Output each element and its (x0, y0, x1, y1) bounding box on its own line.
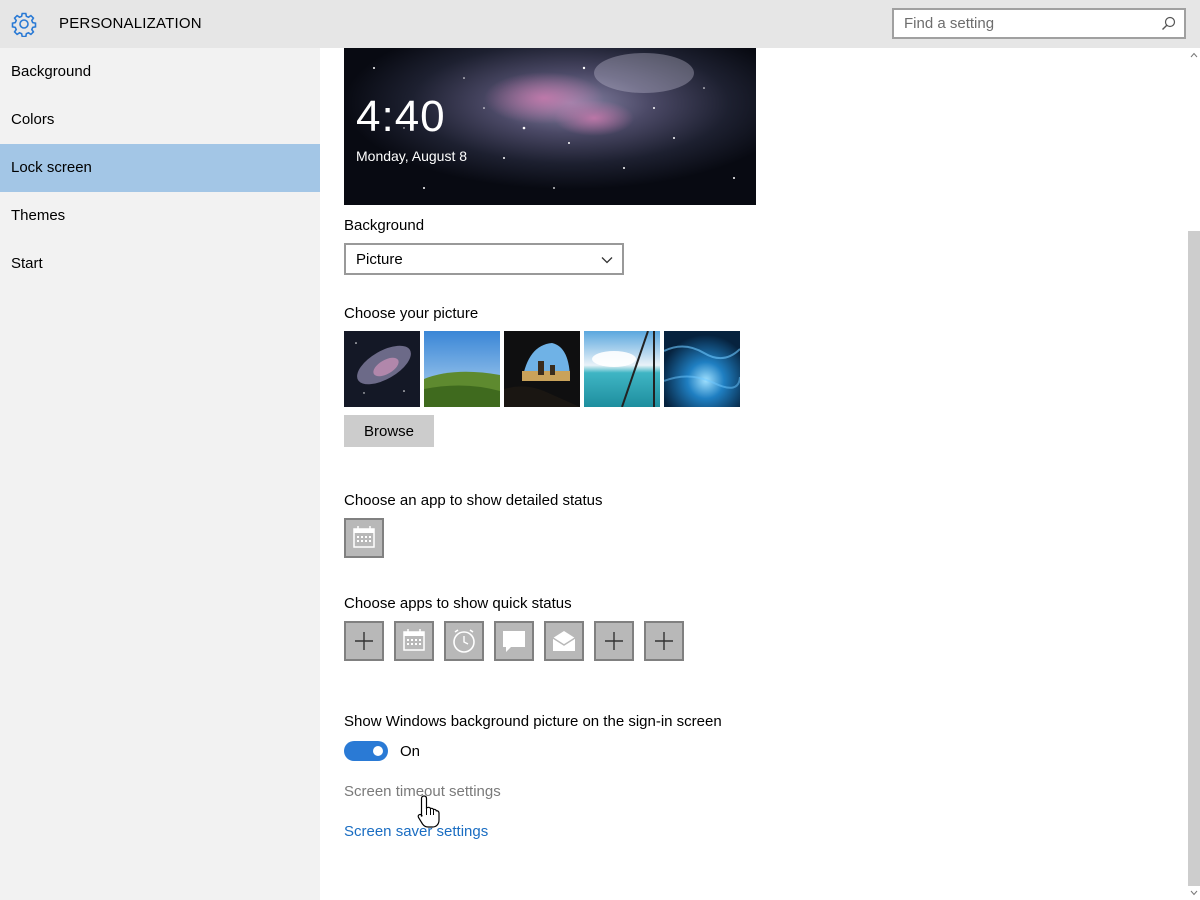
toggle-knob (373, 746, 383, 756)
sidebar-item-colors[interactable]: Colors (0, 96, 320, 144)
search-icon[interactable] (1161, 16, 1176, 31)
hand-cursor-icon (417, 795, 440, 828)
background-dropdown[interactable]: Picture (344, 243, 624, 275)
background-dropdown-value: Picture (356, 251, 403, 268)
scroll-down-arrow-icon[interactable] (1190, 890, 1198, 896)
plus-icon (355, 632, 373, 650)
search-box[interactable] (892, 8, 1186, 39)
sidebar-item-label: Lock screen (11, 159, 92, 176)
plus-icon (605, 632, 623, 650)
quick-status-add-button-3[interactable] (644, 621, 684, 661)
search-input[interactable] (904, 15, 1154, 32)
picture-thumbnail-ocean[interactable] (584, 331, 660, 407)
signin-background-label: Show Windows background picture on the s… (344, 713, 722, 730)
page-title: PERSONALIZATION (59, 15, 202, 32)
picture-thumbnail-underwater[interactable] (664, 331, 740, 407)
sidebar-item-label: Themes (11, 207, 66, 224)
main-content: 4:40 Monday, August 8 Background Picture… (320, 48, 1188, 900)
lock-screen-preview: 4:40 Monday, August 8 (344, 48, 756, 205)
sidebar-item-label: Start (11, 255, 43, 272)
message-icon (503, 631, 525, 652)
sidebar-item-start[interactable]: Start (0, 240, 320, 288)
picture-thumbnail-hill[interactable] (424, 331, 500, 407)
quick-status-messaging-button[interactable] (494, 621, 534, 661)
scrollbar-thumb[interactable] (1188, 231, 1200, 886)
preview-time: 4:40 (356, 92, 446, 141)
vertical-scrollbar[interactable] (1188, 48, 1200, 900)
toggle-state-text: On (400, 743, 421, 760)
quick-status-calendar-button[interactable] (394, 621, 434, 661)
signin-background-toggle[interactable] (344, 741, 388, 761)
preview-date: Monday, August 8 (356, 148, 468, 164)
plus-icon (655, 632, 673, 650)
sidebar-item-label: Background (11, 63, 92, 80)
calendar-icon (403, 629, 425, 651)
quick-status-add-button-2[interactable] (594, 621, 634, 661)
sidebar-item-background[interactable]: Background (0, 48, 320, 96)
sidebar-item-themes[interactable]: Themes (0, 192, 320, 240)
alarm-clock-icon (453, 629, 475, 653)
gear-icon (11, 12, 37, 37)
sidebar: Background Colors Lock screen Themes Sta… (0, 48, 320, 900)
title-bar: PERSONALIZATION (0, 0, 1200, 48)
detailed-status-label: Choose an app to show detailed status (344, 492, 603, 509)
browse-button[interactable]: Browse (344, 415, 434, 447)
sidebar-item-lock-screen[interactable]: Lock screen (0, 144, 320, 192)
calendar-icon (353, 526, 375, 548)
scroll-up-arrow-icon[interactable] (1190, 52, 1198, 58)
picture-thumbnail-cave-beach[interactable] (504, 331, 580, 407)
background-label: Background (344, 217, 425, 234)
picture-thumbnail-galaxy[interactable] (344, 331, 420, 407)
chevron-down-icon (601, 257, 613, 264)
quick-status-label: Choose apps to show quick status (344, 595, 572, 612)
choose-picture-label: Choose your picture (344, 305, 479, 322)
sidebar-item-label: Colors (11, 111, 55, 128)
detailed-status-app-button[interactable] (344, 518, 384, 558)
mail-icon (552, 631, 576, 651)
quick-status-alarm-button[interactable] (444, 621, 484, 661)
quick-status-mail-button[interactable] (544, 621, 584, 661)
quick-status-add-button-1[interactable] (344, 621, 384, 661)
